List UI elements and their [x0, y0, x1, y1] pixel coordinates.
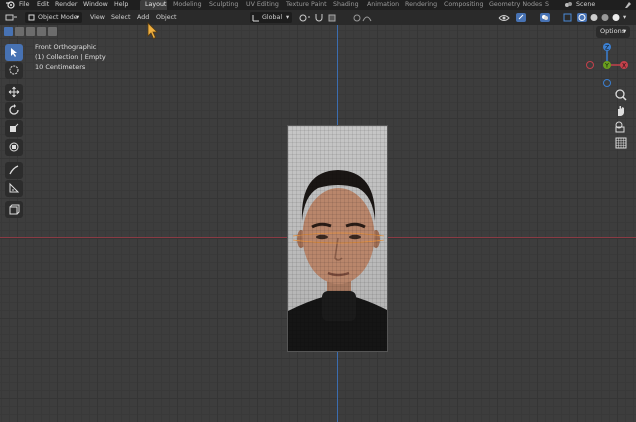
chevron-down-icon[interactable]: ▾ [623, 12, 626, 23]
tab-texture-paint[interactable]: Texture Paint [286, 0, 327, 10]
tab-rendering[interactable]: Rendering [405, 0, 437, 10]
xray-icon[interactable] [563, 12, 573, 23]
annotate-tool[interactable] [5, 162, 23, 179]
tab-layout[interactable]: Layout [145, 0, 166, 10]
view-name: Front Orthographic [35, 43, 97, 51]
collection-info: (1) Collection | Empty [35, 53, 106, 61]
rotate-tool[interactable] [5, 102, 23, 119]
cursor-arrow-icon [11, 48, 17, 57]
selection-mode-row [4, 27, 57, 36]
options-label: Options [600, 27, 626, 35]
pivot-icon[interactable] [297, 12, 311, 23]
mesh-grid-overlay [288, 126, 387, 351]
tab-compositing[interactable]: Compositing [444, 0, 483, 10]
menu-help[interactable]: Help [114, 0, 128, 10]
tab-sculpting[interactable]: Sculpting [209, 0, 238, 10]
proportional-edit-icon[interactable] [352, 12, 362, 23]
neg-z-axis-handle[interactable] [603, 79, 611, 87]
snap-target-icon[interactable] [328, 12, 342, 23]
x-axis-letter: X [622, 63, 626, 70]
measure-tool[interactable] [5, 180, 23, 197]
overlays-icon[interactable] [540, 12, 554, 23]
move-tool[interactable] [5, 84, 23, 101]
select-box-tool[interactable] [5, 44, 23, 61]
scale-icon [10, 123, 19, 132]
scene-name[interactable]: Scene [576, 0, 595, 10]
zoom-icon[interactable] [613, 87, 629, 103]
select-new-icon[interactable] [4, 27, 13, 36]
navigation-gizmo[interactable]: Y Z X [583, 41, 631, 89]
mouse-pointer-icon [147, 22, 158, 40]
shading-wireframe-icon[interactable] [577, 12, 587, 23]
select-extend-icon[interactable] [15, 27, 24, 36]
tab-more[interactable]: S [545, 0, 549, 10]
chevron-down-icon: ▾ [623, 27, 627, 35]
menu-view[interactable]: View [90, 12, 105, 23]
chevron-down-icon: ▾ [76, 14, 80, 21]
menu-render[interactable]: Render [55, 0, 77, 10]
shading-solid-icon[interactable] [589, 12, 599, 23]
neg-x-axis-handle[interactable] [586, 61, 594, 69]
transform-icon [9, 142, 19, 152]
visibility-icon[interactable] [498, 12, 512, 23]
orientation-icon [252, 12, 260, 23]
menu-edit[interactable]: Edit [37, 0, 49, 10]
select-invert-icon[interactable] [37, 27, 46, 36]
snap-icon[interactable] [314, 12, 324, 23]
chevron-down-icon: ▾ [286, 14, 290, 21]
reference-image[interactable] [287, 125, 388, 352]
menu-window[interactable]: Window [83, 0, 108, 10]
scene-icon[interactable] [564, 0, 573, 10]
shading-rendered-icon[interactable] [611, 12, 621, 23]
tab-uv-editing[interactable]: UV Editing [246, 0, 279, 10]
ruler-icon [9, 182, 20, 193]
cube-add-icon [9, 204, 20, 215]
orientation-label[interactable]: Global [262, 12, 282, 23]
object-mode-icon [28, 12, 36, 23]
camera-icon[interactable] [613, 119, 629, 135]
shading-material-icon[interactable] [600, 12, 610, 23]
3d-cursor-icon [9, 65, 19, 75]
mode-label[interactable]: Object Mode [38, 12, 78, 23]
tab-animation[interactable]: Animation [367, 0, 399, 10]
add-cube-tool[interactable] [5, 201, 23, 218]
scale-info: 10 Centimeters [35, 63, 86, 71]
pencil-icon [9, 165, 19, 175]
editor-type-icon[interactable] [5, 12, 19, 23]
tab-geometry-nodes[interactable]: Geometry Nodes [489, 0, 542, 10]
tab-shading[interactable]: Shading [333, 0, 359, 10]
menu-object[interactable]: Object [156, 12, 177, 23]
rotate-icon [9, 104, 19, 115]
top-menu-bar: File Edit Render Window Help Layout Mode… [0, 0, 636, 10]
scene-settings-icon[interactable] [624, 0, 632, 10]
options-button[interactable]: Options ▾ [596, 26, 630, 38]
select-intersect-icon[interactable] [48, 27, 57, 36]
select-subtract-icon[interactable] [26, 27, 35, 36]
menu-file[interactable]: File [19, 0, 30, 10]
pan-hand-icon[interactable] [613, 103, 629, 119]
tab-modeling[interactable]: Modeling [173, 0, 202, 10]
menu-select[interactable]: Select [111, 12, 130, 23]
falloff-icon[interactable] [362, 12, 372, 23]
cursor-tool[interactable] [5, 62, 23, 79]
y-axis-letter: Y [604, 63, 609, 70]
blender-logo-icon[interactable] [5, 0, 15, 10]
transform-tool[interactable] [5, 139, 23, 156]
scale-tool[interactable] [5, 120, 23, 137]
gizmo-toggle-icon[interactable] [516, 12, 530, 23]
3d-viewport[interactable]: Front Orthographic (1) Collection | Empt… [0, 25, 636, 422]
move-icon [8, 86, 20, 98]
perspective-grid-icon[interactable] [613, 135, 629, 151]
z-axis-letter: Z [605, 45, 609, 52]
